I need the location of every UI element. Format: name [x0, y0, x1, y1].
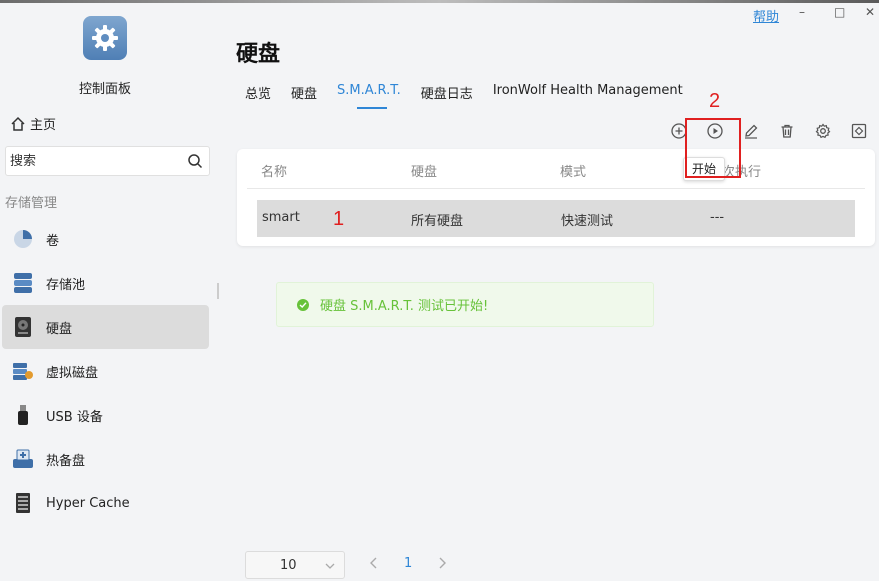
sidebar-item-label: Hyper Cache	[46, 495, 130, 511]
column-header-name: 名称	[261, 165, 288, 180]
smart-task-table: 名称 硬盘 模式 次执行 smart 所有硬盘 快速测试 ---	[237, 149, 875, 246]
sidebar-item-storage-pool[interactable]: 存储池	[2, 261, 209, 305]
column-header-mode: 模式	[560, 165, 587, 180]
search-input[interactable]	[6, 147, 176, 175]
search-box	[5, 146, 210, 176]
annotation-highlight-box	[685, 118, 741, 178]
tab-hard-disk[interactable]: 硬盘	[291, 83, 317, 109]
home-icon	[11, 116, 25, 131]
tab-bar: 总览 硬盘 S.M.A.R.T. 硬盘日志 IronWolf Health Ma…	[245, 83, 703, 109]
sidebar: 控制面板 主页 存储管理 卷 存储池 硬盘 虚拟磁盘 USB 设备 热备盘 Hy…	[0, 3, 216, 581]
search-icon[interactable]	[187, 153, 203, 169]
delete-icon	[781, 124, 793, 138]
pie-icon	[12, 228, 34, 250]
sidebar-item-label: 硬盘	[46, 321, 73, 337]
sidebar-item-hard-disk[interactable]: 硬盘	[2, 305, 209, 349]
settings-icon	[815, 123, 831, 139]
page-size-value: 10	[280, 558, 297, 573]
tab-disk-log[interactable]: 硬盘日志	[421, 83, 473, 109]
maximize-button[interactable]: □	[834, 5, 845, 19]
hot-spare-icon	[12, 448, 34, 470]
page-title: 硬盘	[236, 42, 281, 67]
cell-mode: 快速测试	[561, 214, 614, 229]
help-link[interactable]: 帮助	[753, 6, 779, 25]
sidebar-item-label: 热备盘	[46, 453, 86, 469]
storage-pool-icon	[12, 272, 34, 294]
sidebar-item-hyper-cache[interactable]: Hyper Cache	[2, 481, 209, 525]
sidebar-item-label: 存储池	[46, 277, 86, 293]
chevron-right-icon[interactable]	[436, 556, 448, 570]
settings-button[interactable]	[805, 120, 841, 142]
sidebar-item-virtual-disk[interactable]: 虚拟磁盘	[2, 349, 209, 393]
close-button[interactable]: ✕	[865, 5, 875, 19]
column-header-disk: 硬盘	[411, 165, 438, 180]
app-title: 控制面板	[78, 82, 131, 97]
table-header: 名称 硬盘 模式 次执行	[247, 149, 865, 189]
home-link[interactable]: 主页	[10, 114, 56, 133]
check-circle-icon	[297, 298, 309, 311]
tab-smart[interactable]: S.M.A.R.T.	[337, 83, 401, 109]
fullscreen-icon	[851, 123, 867, 139]
annotation-number-1: 1	[333, 208, 345, 230]
virtual-disk-icon	[12, 360, 34, 382]
fullscreen-button[interactable]	[841, 120, 877, 142]
chevron-left-icon[interactable]	[368, 556, 380, 570]
sidebar-resize-handle[interactable]	[217, 283, 219, 299]
edit-icon	[745, 124, 758, 139]
sidebar-item-label: USB 设备	[46, 409, 103, 425]
cell-last-run: ---	[710, 210, 725, 225]
section-storage-management: 存储管理	[5, 196, 58, 211]
sidebar-item-label: 虚拟磁盘	[46, 365, 99, 381]
sidebar-item-usb[interactable]: USB 设备	[2, 393, 209, 437]
sidebar-item-volume[interactable]: 卷	[2, 217, 209, 261]
tab-overview[interactable]: 总览	[245, 83, 271, 109]
page-number[interactable]: 1	[404, 556, 412, 571]
table-row[interactable]: smart 所有硬盘 快速测试 ---	[257, 200, 855, 237]
success-notification: 硬盘 S.M.A.R.T. 测试已开始!	[276, 282, 654, 327]
control-panel-gear-icon	[83, 16, 127, 60]
delete-button[interactable]	[769, 120, 805, 142]
cell-name: smart	[262, 210, 300, 225]
success-message: 硬盘 S.M.A.R.T. 测试已开始!	[320, 299, 489, 314]
page-size-select[interactable]: 10	[245, 551, 345, 579]
chevron-down-icon	[325, 563, 335, 569]
sidebar-item-label: 卷	[46, 233, 60, 249]
cell-disk: 所有硬盘	[411, 214, 464, 229]
tab-ironwolf[interactable]: IronWolf Health Management	[493, 83, 683, 109]
minimize-button[interactable]: –	[799, 5, 805, 19]
home-label: 主页	[30, 118, 57, 133]
hyper-cache-icon	[12, 492, 34, 514]
usb-icon	[12, 404, 34, 426]
annotation-number-2: 2	[709, 90, 721, 112]
hard-disk-icon	[12, 316, 34, 338]
sidebar-item-hot-spare[interactable]: 热备盘	[2, 437, 209, 481]
